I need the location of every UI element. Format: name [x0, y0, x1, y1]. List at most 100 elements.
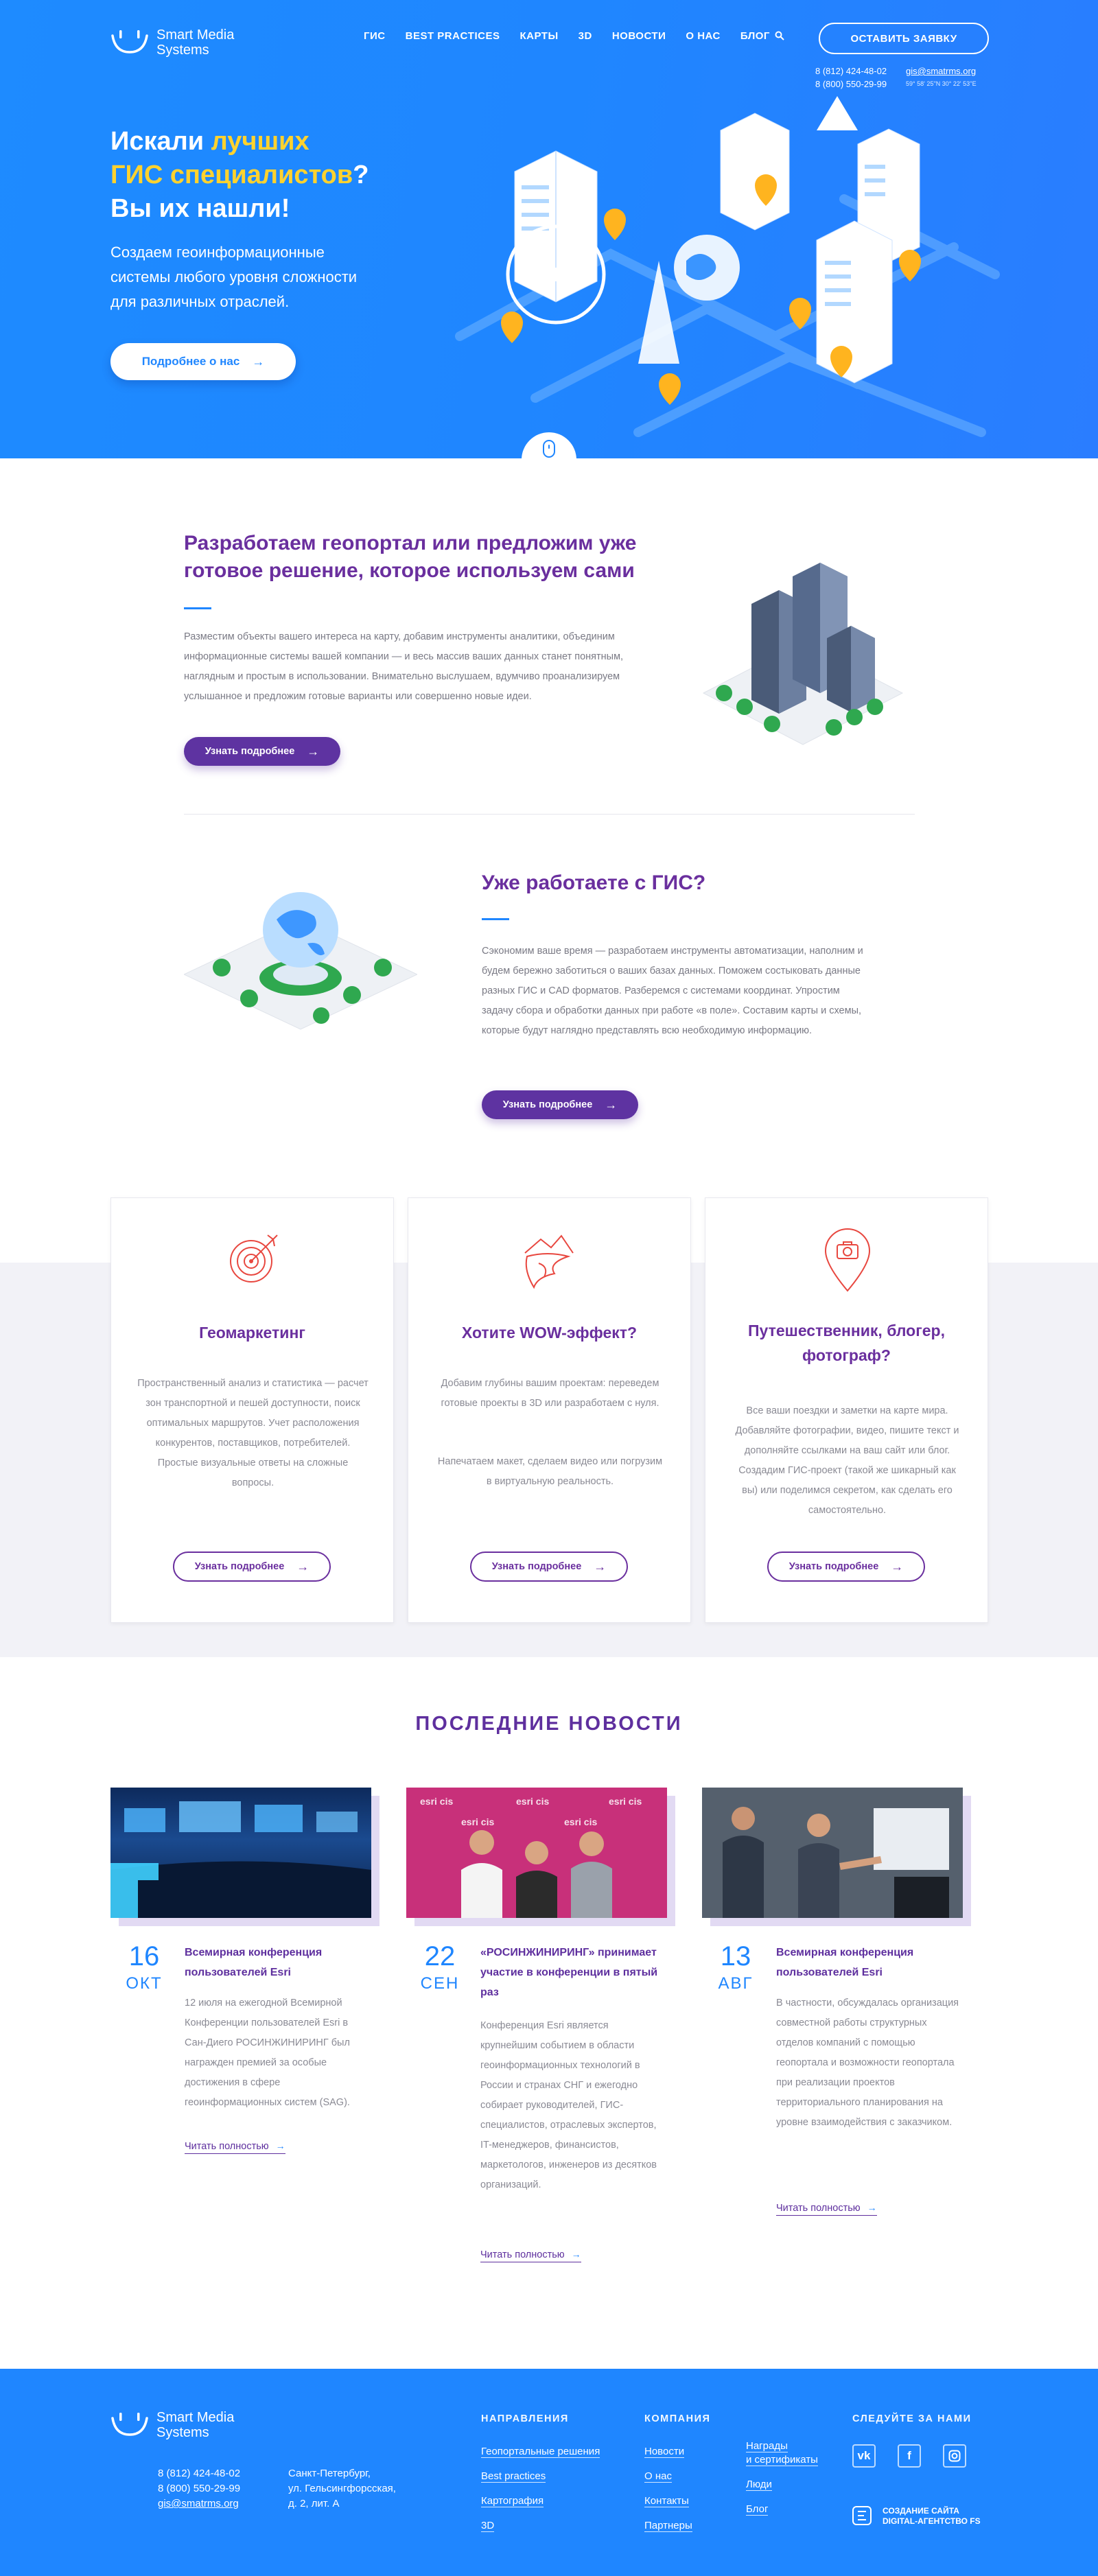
logo-text: Smart Media Systems — [156, 2410, 234, 2440]
nav-item-news[interactable]: НОВОСТИ — [612, 30, 666, 42]
block1-more-button[interactable]: Узнать подробнее → — [184, 737, 340, 766]
request-button[interactable]: ОСТАВИТЬ ЗАЯВКУ — [819, 23, 989, 54]
nav-item-best-practices[interactable]: BEST PRACTICES — [406, 30, 500, 42]
credit-line-2: DIGITAL-АГЕНТСТВО FS — [883, 2516, 981, 2526]
news-read-more-link[interactable]: Читать полностью → — [185, 2139, 285, 2154]
nav-item-maps[interactable]: КАРТЫ — [519, 30, 558, 42]
footer-link[interactable]: Геопортальные решения — [481, 2446, 600, 2458]
footer-logo[interactable]: Smart Media Systems — [110, 2410, 234, 2440]
news-photo-2: esri cis esri cis esri cis esri cis esri ci… — [420, 1796, 642, 1918]
header-phone-1[interactable]: 8 (812) 424-48-02 — [815, 65, 887, 78]
nav-item-3d[interactable]: 3D — [579, 30, 592, 42]
scroll-mouse-icon[interactable] — [543, 440, 555, 458]
footer-link-blog[interactable]: Блог — [746, 2503, 769, 2516]
service-card-traveler: Путешественник, блогер, фотограф? Все ва… — [705, 1197, 988, 1623]
card-text-2: Напечатаем макет, сделаем видео или погр… — [437, 1456, 663, 1487]
card-more-label: Узнать подробнее — [194, 1561, 285, 1572]
footer-company-title: КОМПАНИЯ — [644, 2413, 711, 2424]
card-title: Хотите WOW-эффект? — [461, 1324, 638, 1342]
footer: Smart Media Systems 8 (812) 424-48-02 8 … — [0, 2369, 1098, 2576]
block1-more-label: Узнать подробнее — [205, 746, 295, 757]
footer-link-people[interactable]: Люди — [746, 2479, 772, 2491]
block2-underline — [482, 918, 509, 920]
footer-email[interactable]: gis@smatrms.org — [158, 2496, 240, 2511]
instagram-icon[interactable] — [943, 2444, 966, 2468]
footer-link[interactable]: Контакты — [644, 2495, 689, 2507]
news-read-more-link[interactable]: Читать полностью → — [480, 2247, 581, 2262]
banner-text: esri cis — [461, 1816, 494, 1827]
news-photo-exhibition[interactable] — [702, 1788, 963, 1918]
news-photo-conference[interactable] — [110, 1788, 371, 1918]
arrow-right-icon: → — [571, 2249, 581, 2260]
news-item: esri cis esri cis esri cis esri cis esri ci… — [406, 1788, 675, 2262]
card-more-label: Узнать подробнее — [491, 1561, 582, 1572]
news-month: АВГ — [718, 1974, 754, 1993]
news-photo-1 — [110, 1801, 371, 1918]
news-day: 13 — [720, 1941, 751, 1971]
arrow-right-icon: → — [867, 2202, 877, 2213]
news-photo-booth[interactable]: esri cis esri cis esri cis esri cis esri ci… — [406, 1788, 667, 1918]
logo[interactable]: Smart Media Systems — [110, 27, 234, 58]
address-line: д. 2, лит. А — [288, 2498, 340, 2509]
nav-item-blog[interactable]: БЛОГ — [740, 30, 770, 42]
hero-title-e: Вы их нашли! — [110, 194, 290, 223]
card-more-button[interactable]: Узнать подробнее → — [767, 1552, 925, 1582]
logo-line2: Systems — [156, 43, 209, 58]
footer-extra-links: Награды и сертификаты Люди Блог — [746, 2439, 818, 2516]
logo-line1: Smart Media — [156, 2410, 235, 2425]
footer-link[interactable]: О нас — [644, 2470, 672, 2483]
hero-lead: Создаем геоинформационные системы любого… — [110, 244, 358, 310]
news-headline[interactable]: Всемирная конференция пользователей Esri — [185, 1943, 363, 1982]
block2-more-button[interactable]: Узнать подробнее → — [482, 1090, 638, 1119]
news-read-more-link[interactable]: Читать полностью → — [776, 2201, 877, 2216]
hero-about-button[interactable]: Подробнее о нас → — [110, 343, 296, 380]
footer-address: Санкт-Петербург, ул. Гельсингфорсская, д… — [288, 2466, 396, 2511]
service-card-wow: Хотите WOW-эффект? Добавим глубины вашим… — [408, 1197, 691, 1623]
block1-underline — [184, 607, 211, 609]
card-more-button[interactable]: Узнать подробнее → — [173, 1552, 331, 1582]
section-divider — [184, 814, 915, 815]
news-headline[interactable]: Всемирная конференция пользователей Esri — [776, 1943, 955, 1982]
search-icon[interactable] — [775, 31, 784, 40]
footer-link[interactable]: Партнеры — [644, 2520, 692, 2532]
footer-phone-2[interactable]: 8 (800) 550-29-99 — [158, 2481, 240, 2496]
address-line: ул. Гельсингфорсская, — [288, 2483, 396, 2494]
news-day: 22 — [424, 1941, 456, 1971]
target-icon — [230, 1234, 278, 1283]
hero-about-label: Подробнее о нас — [141, 355, 240, 368]
news-month: ОКТ — [126, 1974, 163, 1993]
news-item: 13 АВГ Всемирная конференция пользовател… — [702, 1788, 971, 2216]
news-section-title: ПОСЛЕДНИЕ НОВОСТИ — [415, 1713, 683, 1735]
footer-link-awards-2[interactable]: и сертификаты — [746, 2454, 818, 2466]
nav-item-about[interactable]: О НАС — [686, 30, 720, 42]
footer-directions-links: Геопортальные решения Best practices Кар… — [481, 2439, 600, 2538]
footer-phone-1[interactable]: 8 (812) 424-48-02 — [158, 2466, 240, 2481]
news-month: СЕН — [420, 1974, 460, 1993]
footer-link[interactable]: Картография — [481, 2495, 544, 2507]
footer-link[interactable]: Новости — [644, 2446, 685, 2458]
news-day: 16 — [128, 1941, 160, 1971]
card-more-button[interactable]: Узнать подробнее → — [470, 1552, 628, 1582]
facebook-icon[interactable]: f — [898, 2444, 921, 2468]
address-line: Санкт-Петербург, — [288, 2468, 371, 2479]
landscape-icon — [524, 1234, 574, 1289]
arrow-right-icon: → — [891, 1559, 904, 1573]
footer-link[interactable]: 3D — [481, 2520, 495, 2532]
service-card-geomarketing: Геомаркетинг Пространственный анализ и с… — [110, 1197, 394, 1623]
logo-line1: Smart Media — [156, 27, 235, 43]
camera-pin-icon — [824, 1228, 871, 1292]
vk-icon[interactable]: vk — [852, 2444, 876, 2468]
card-title: Геомаркетинг — [199, 1324, 305, 1342]
card-more-label: Узнать подробнее — [789, 1561, 879, 1572]
header-email[interactable]: gis@smatrms.org — [906, 65, 1002, 78]
news-headline[interactable]: «РОСИНЖИНИРИНГ» принимает участие в конф… — [480, 1943, 659, 2002]
card-text: Добавим глубины вашим проектам: переведе… — [441, 1378, 659, 1409]
footer-social-title: СЛЕДУЙТЕ ЗА НАМИ — [852, 2413, 972, 2424]
block1-title: Разработаем геопортал или предложим уже … — [184, 532, 637, 582]
news-item: 16 ОКТ Всемирная конференция пользовател… — [110, 1788, 379, 2154]
news-text: Конференция Esri является крупнейшим соб… — [480, 2020, 657, 2190]
footer-link[interactable]: Best practices — [481, 2470, 546, 2483]
nav-item-gis[interactable]: ГИС — [364, 30, 386, 42]
footer-link-awards[interactable]: Награды — [746, 2440, 788, 2452]
agency-credit[interactable]: СОЗДАНИЕ САЙТА DIGITAL-АГЕНТСТВО FS — [852, 2506, 981, 2527]
